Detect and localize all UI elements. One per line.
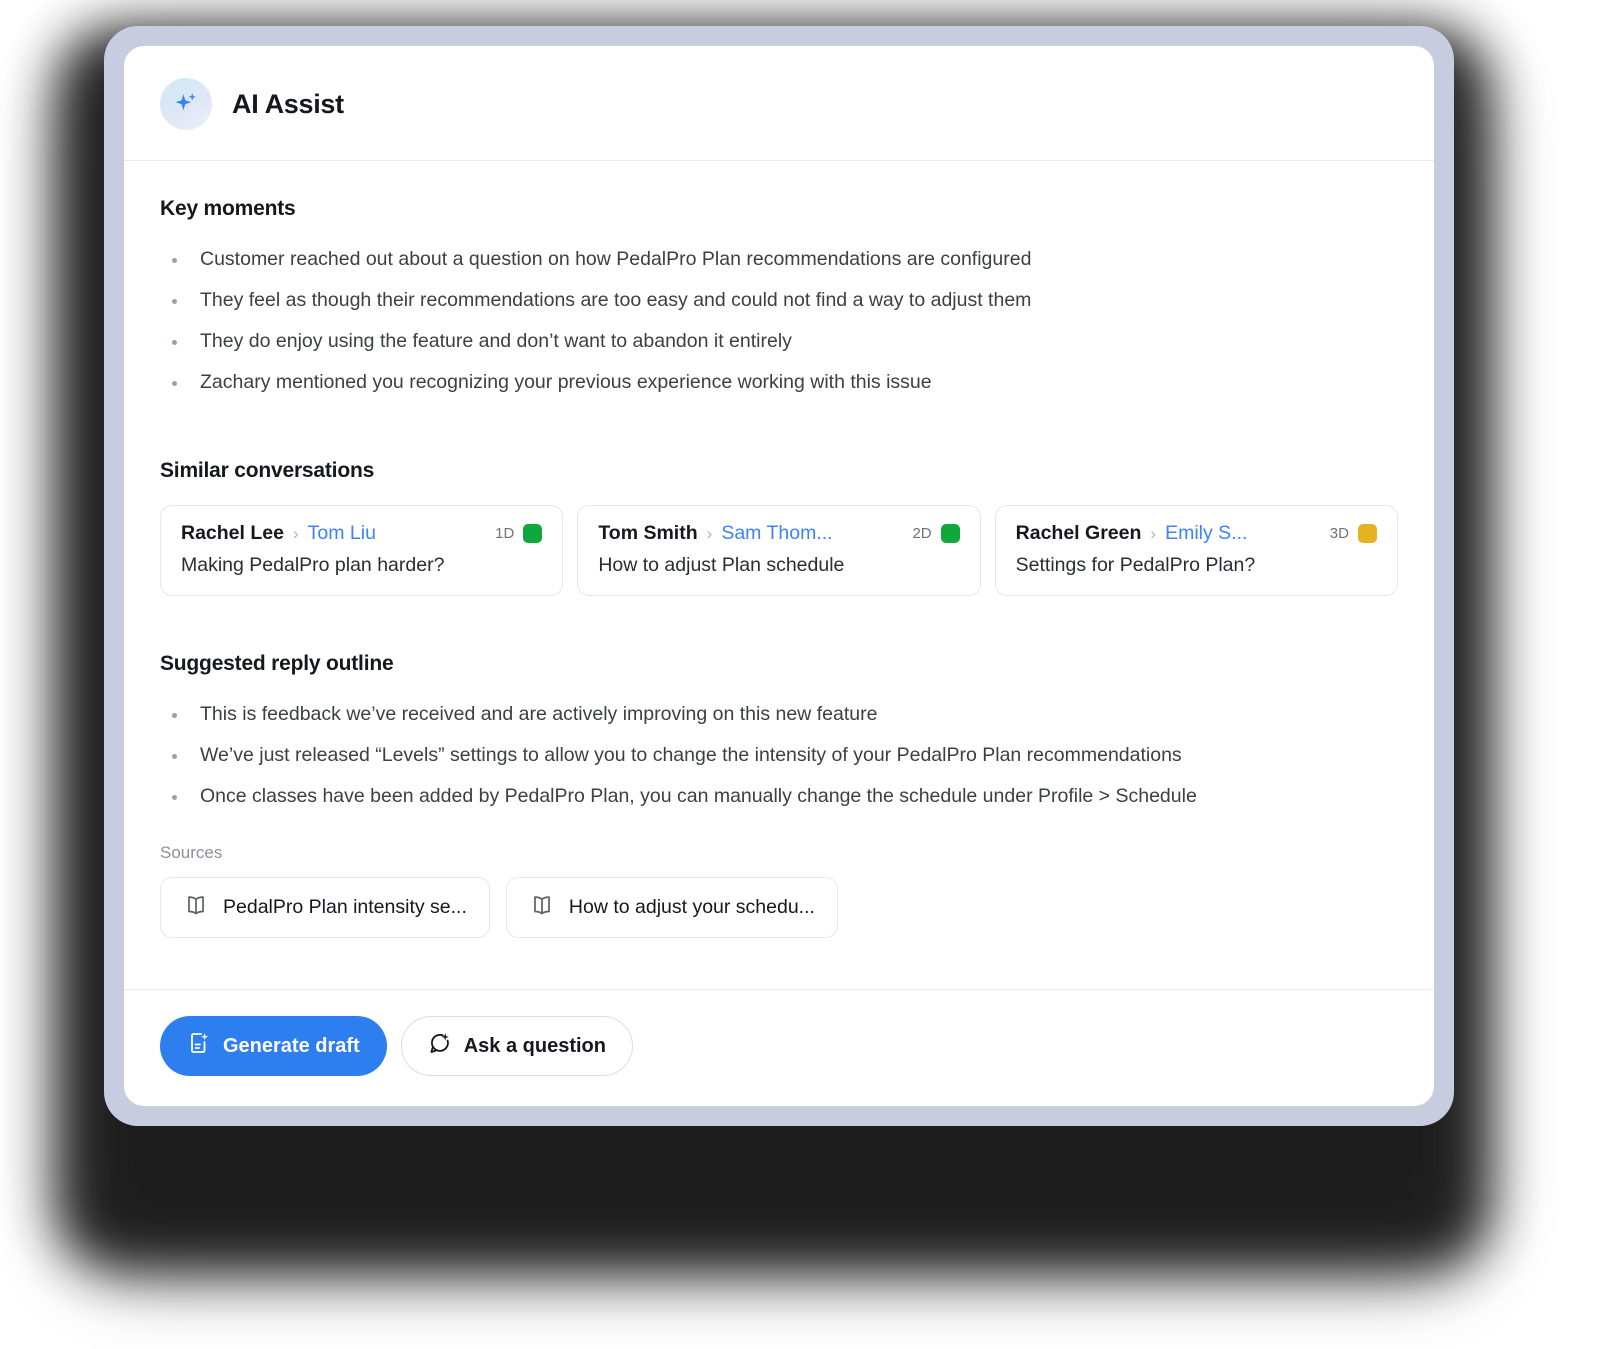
conversation-card[interactable]: Rachel Green › Emily S... 3D Settings fo… xyxy=(994,505,1398,596)
list-item: This is feedback we’ve received and are … xyxy=(160,694,1398,735)
conversation-subject: How to adjust Plan schedule xyxy=(598,554,845,576)
chat-sparkle-icon xyxy=(428,1031,452,1061)
ask-question-button[interactable]: Ask a question xyxy=(400,1016,633,1076)
conversation-card[interactable]: Rachel Lee › Tom Liu 1D Making PedalPro … xyxy=(160,505,564,596)
conversation-subject: Settings for PedalPro Plan? xyxy=(1015,554,1256,576)
book-icon xyxy=(183,892,209,923)
conversation-to[interactable]: Sam Thom... xyxy=(721,522,832,545)
source-title: How to adjust your schedu... xyxy=(568,896,815,918)
chevron-right-icon: › xyxy=(292,523,299,543)
chevron-right-icon: › xyxy=(1150,523,1157,543)
card-body: Key moments Customer reached out about a… xyxy=(124,161,1434,989)
document-sparkle-icon xyxy=(187,1031,211,1061)
key-moments-heading: Key moments xyxy=(160,197,296,220)
list-item: Customer reached out about a question on… xyxy=(160,239,1398,280)
conversation-from: Tom Smith xyxy=(598,522,698,544)
conversation-subject: Making PedalPro plan harder? xyxy=(181,554,445,576)
suggested-reply-heading: Suggested reply outline xyxy=(160,652,394,675)
sparkle-icon xyxy=(160,78,212,130)
conversation-card[interactable]: Tom Smith › Sam Thom... 2D How to adjust… xyxy=(577,505,981,596)
chevron-right-icon: › xyxy=(706,523,713,543)
conversation-participants: Rachel Green › Emily S... 3D xyxy=(1016,522,1377,545)
conversation-age: 2D xyxy=(912,525,932,542)
status-badge xyxy=(940,524,960,543)
similar-conversations-heading: Similar conversations xyxy=(160,459,375,482)
list-item: They do enjoy using the feature and don’… xyxy=(160,321,1398,362)
generate-draft-label: Generate draft xyxy=(223,1034,360,1057)
key-moments-list: Customer reached out about a question on… xyxy=(160,239,1398,403)
screenshot-stage: AI Assist Key moments Customer reached o… xyxy=(0,0,1600,1349)
conversation-participants: Tom Smith › Sam Thom... 2D xyxy=(598,522,960,545)
conversation-age: 3D xyxy=(1329,525,1349,542)
conversation-from: Rachel Lee xyxy=(181,522,284,544)
status-badge xyxy=(1357,524,1377,543)
list-item: We’ve just released “Levels” settings to… xyxy=(160,735,1398,776)
suggested-reply-list: This is feedback we’ve received and are … xyxy=(160,694,1398,817)
conversation-to[interactable]: Tom Liu xyxy=(308,522,376,545)
source-chip[interactable]: How to adjust your schedu... xyxy=(505,877,838,938)
conversation-to[interactable]: Emily S... xyxy=(1165,522,1247,545)
card-footer: Generate draft Ask a question xyxy=(124,989,1434,1106)
conversation-from: Rachel Green xyxy=(1015,522,1142,544)
similar-conversations-list: Rachel Lee › Tom Liu 1D Making PedalPro … xyxy=(160,505,1398,596)
ai-assist-card: AI Assist Key moments Customer reached o… xyxy=(124,46,1434,1106)
status-badge xyxy=(523,524,543,543)
sources-label: Sources xyxy=(160,843,223,862)
conversation-participants: Rachel Lee › Tom Liu 1D xyxy=(181,522,543,545)
card-header: AI Assist xyxy=(124,46,1434,161)
sources-list: PedalPro Plan intensity se... How to adj… xyxy=(160,877,1398,938)
source-chip[interactable]: PedalPro Plan intensity se... xyxy=(160,877,490,938)
conversation-age: 1D xyxy=(495,525,515,542)
list-item: They feel as though their recommendation… xyxy=(160,280,1398,321)
list-item: Zachary mentioned you recognizing your p… xyxy=(160,362,1398,403)
generate-draft-button[interactable]: Generate draft xyxy=(160,1016,387,1076)
list-item: Once classes have been added by PedalPro… xyxy=(160,776,1398,817)
book-icon xyxy=(529,892,555,923)
ask-question-label: Ask a question xyxy=(463,1034,606,1057)
source-title: PedalPro Plan intensity se... xyxy=(223,896,467,918)
ai-assist-frame: AI Assist Key moments Customer reached o… xyxy=(104,26,1454,1126)
page-title: AI Assist xyxy=(232,88,344,119)
